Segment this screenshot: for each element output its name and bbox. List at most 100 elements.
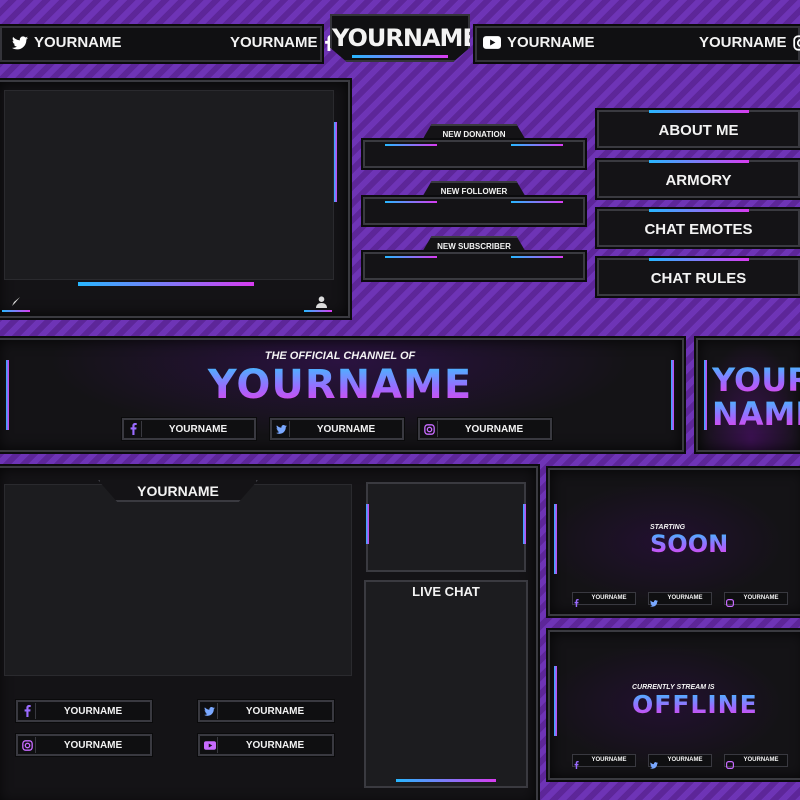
overlay-title: YOURNAME — [137, 483, 219, 499]
instagram-icon — [20, 737, 36, 753]
banner-social-facebook[interactable]: YOURNAME — [122, 418, 256, 440]
youtube-icon — [202, 737, 218, 753]
live-chat-title: LIVE CHAT — [412, 584, 480, 599]
social-name: YOURNAME — [743, 595, 779, 601]
overlay-social-facebook[interactable]: YOURNAME — [16, 700, 152, 722]
social-name: YOURNAME — [245, 740, 305, 751]
twitter-icon — [650, 594, 659, 607]
social-name: YOURNAME — [245, 706, 305, 717]
offline-social-twitter[interactable]: YOURNAME — [648, 754, 712, 769]
facebook-icon — [574, 594, 583, 607]
youtube-name: YOURNAME — [507, 34, 595, 51]
panel-label: ABOUT ME — [658, 122, 739, 139]
top-bar-youtube[interactable]: YOURNAME — [483, 34, 595, 51]
top-bar-title-plate: YOURNAME — [330, 14, 470, 62]
social-name: YOURNAME — [316, 424, 376, 435]
profile-accent — [704, 360, 707, 430]
starting-social-twitter[interactable]: YOURNAME — [648, 592, 712, 607]
gameplay-screen — [4, 484, 352, 676]
cam-accent-right — [523, 504, 526, 544]
alert-label: NEW SUBSCRIBER — [437, 242, 511, 251]
twitter-name: YOURNAME — [34, 34, 122, 51]
overlay-social-instagram[interactable]: YOURNAME — [16, 734, 152, 756]
overlay-social-youtube[interactable]: YOURNAME — [198, 734, 334, 756]
webcam-side-accent — [334, 122, 337, 202]
top-bar-twitter[interactable]: YOURNAME — [12, 34, 122, 51]
profile-picture: YOUR NAME — [696, 338, 800, 452]
youtube-icon — [483, 36, 501, 49]
panel-about-me[interactable]: ABOUT ME — [597, 110, 800, 148]
social-name: YOURNAME — [591, 595, 627, 601]
user-icon — [316, 296, 327, 308]
offline-big: OFFLINE — [632, 690, 758, 719]
instagram-icon — [422, 421, 438, 437]
offline-screen: CURRENTLY STREAM IS OFFLINE YOURNAME YOU… — [548, 630, 800, 780]
alert-follower: NEW FOLLOWER — [363, 181, 585, 227]
twitter-icon — [650, 756, 659, 769]
panel-chat-rules[interactable]: CHAT RULES — [597, 258, 800, 296]
alert-label: NEW FOLLOWER — [440, 187, 508, 196]
social-name: YOURNAME — [464, 424, 524, 435]
social-name: YOURNAME — [667, 757, 703, 763]
webcam-frame — [0, 80, 350, 318]
profile-line1: YOUR — [712, 362, 800, 398]
social-name: YOURNAME — [591, 757, 627, 763]
cam-accent — [366, 504, 369, 544]
panel-armory[interactable]: ARMORY — [597, 160, 800, 198]
webcam-accent-line — [78, 282, 254, 286]
instagram-icon — [726, 594, 735, 607]
offline-social-facebook[interactable]: YOURNAME — [572, 754, 636, 769]
twitter-icon — [202, 703, 218, 719]
twitter-icon — [274, 421, 290, 437]
panel-label: CHAT RULES — [650, 270, 747, 287]
webcam-corner-accent-right — [304, 310, 332, 312]
instagram-name: YOURNAME — [699, 34, 787, 51]
alert-donation: NEW DONATION — [363, 124, 585, 170]
banner-social-twitter[interactable]: YOURNAME — [270, 418, 404, 440]
profile-line2: NAME — [712, 396, 800, 432]
offline-accent — [554, 666, 557, 736]
live-chat-accent — [396, 779, 496, 782]
starting-soon-screen: STARTING SOON YOURNAME YOURNAME YOURNAME — [548, 468, 800, 616]
panel-label: ARMORY — [665, 172, 732, 189]
facebook-name: YOURNAME — [230, 34, 318, 51]
facebook-icon — [20, 703, 36, 719]
rocket-icon — [10, 296, 22, 308]
starting-big: SOON — [650, 530, 729, 558]
banner-title: YOURNAME — [0, 362, 682, 408]
social-name: YOURNAME — [63, 740, 123, 751]
cam-screen — [366, 482, 526, 572]
channel-banner: THE OFFICIAL CHANNEL OF YOURNAME YOURNAM… — [0, 338, 684, 452]
social-name: YOURNAME — [667, 595, 703, 601]
overlay-social-twitter[interactable]: YOURNAME — [198, 700, 334, 722]
title-accent-line — [352, 55, 448, 58]
social-name: YOURNAME — [743, 757, 779, 763]
top-bar-instagram[interactable]: YOURNAME — [699, 34, 800, 51]
overlay-title-plate: YOURNAME — [98, 480, 258, 502]
facebook-icon — [574, 756, 583, 769]
top-bar-facebook[interactable]: YOURNAME — [230, 34, 334, 51]
panel-label: CHAT EMOTES — [644, 221, 753, 238]
panel-chat-emotes[interactable]: CHAT EMOTES — [597, 209, 800, 247]
instagram-icon — [792, 34, 800, 51]
twitter-icon — [12, 35, 28, 50]
social-name: YOURNAME — [63, 706, 123, 717]
instagram-icon — [726, 756, 735, 769]
starting-social-facebook[interactable]: YOURNAME — [572, 592, 636, 607]
banner-social-instagram[interactable]: YOURNAME — [418, 418, 552, 440]
social-name: YOURNAME — [168, 424, 228, 435]
stream-overlay: YOURNAME LIVE CHAT YOURNAME YOURNAME YOU… — [0, 466, 538, 800]
webcam-corner-accent-left — [2, 310, 30, 312]
banner-subtitle: THE OFFICIAL CHANNEL OF — [264, 350, 416, 362]
live-chat-box: LIVE CHAT — [364, 580, 528, 788]
starting-social-instagram[interactable]: YOURNAME — [724, 592, 788, 607]
top-bar-title: YOURNAME — [332, 24, 478, 52]
top-bar-left: YOURNAME YOURNAME — [0, 26, 333, 62]
starting-accent — [554, 504, 557, 574]
alert-subscriber: NEW SUBSCRIBER — [363, 236, 585, 282]
facebook-icon — [126, 421, 142, 437]
offline-social-instagram[interactable]: YOURNAME — [724, 754, 788, 769]
top-bar-right: YOURNAME YOURNAME — [475, 26, 800, 62]
alert-label: NEW DONATION — [442, 130, 506, 139]
webcam-screen — [4, 90, 334, 280]
